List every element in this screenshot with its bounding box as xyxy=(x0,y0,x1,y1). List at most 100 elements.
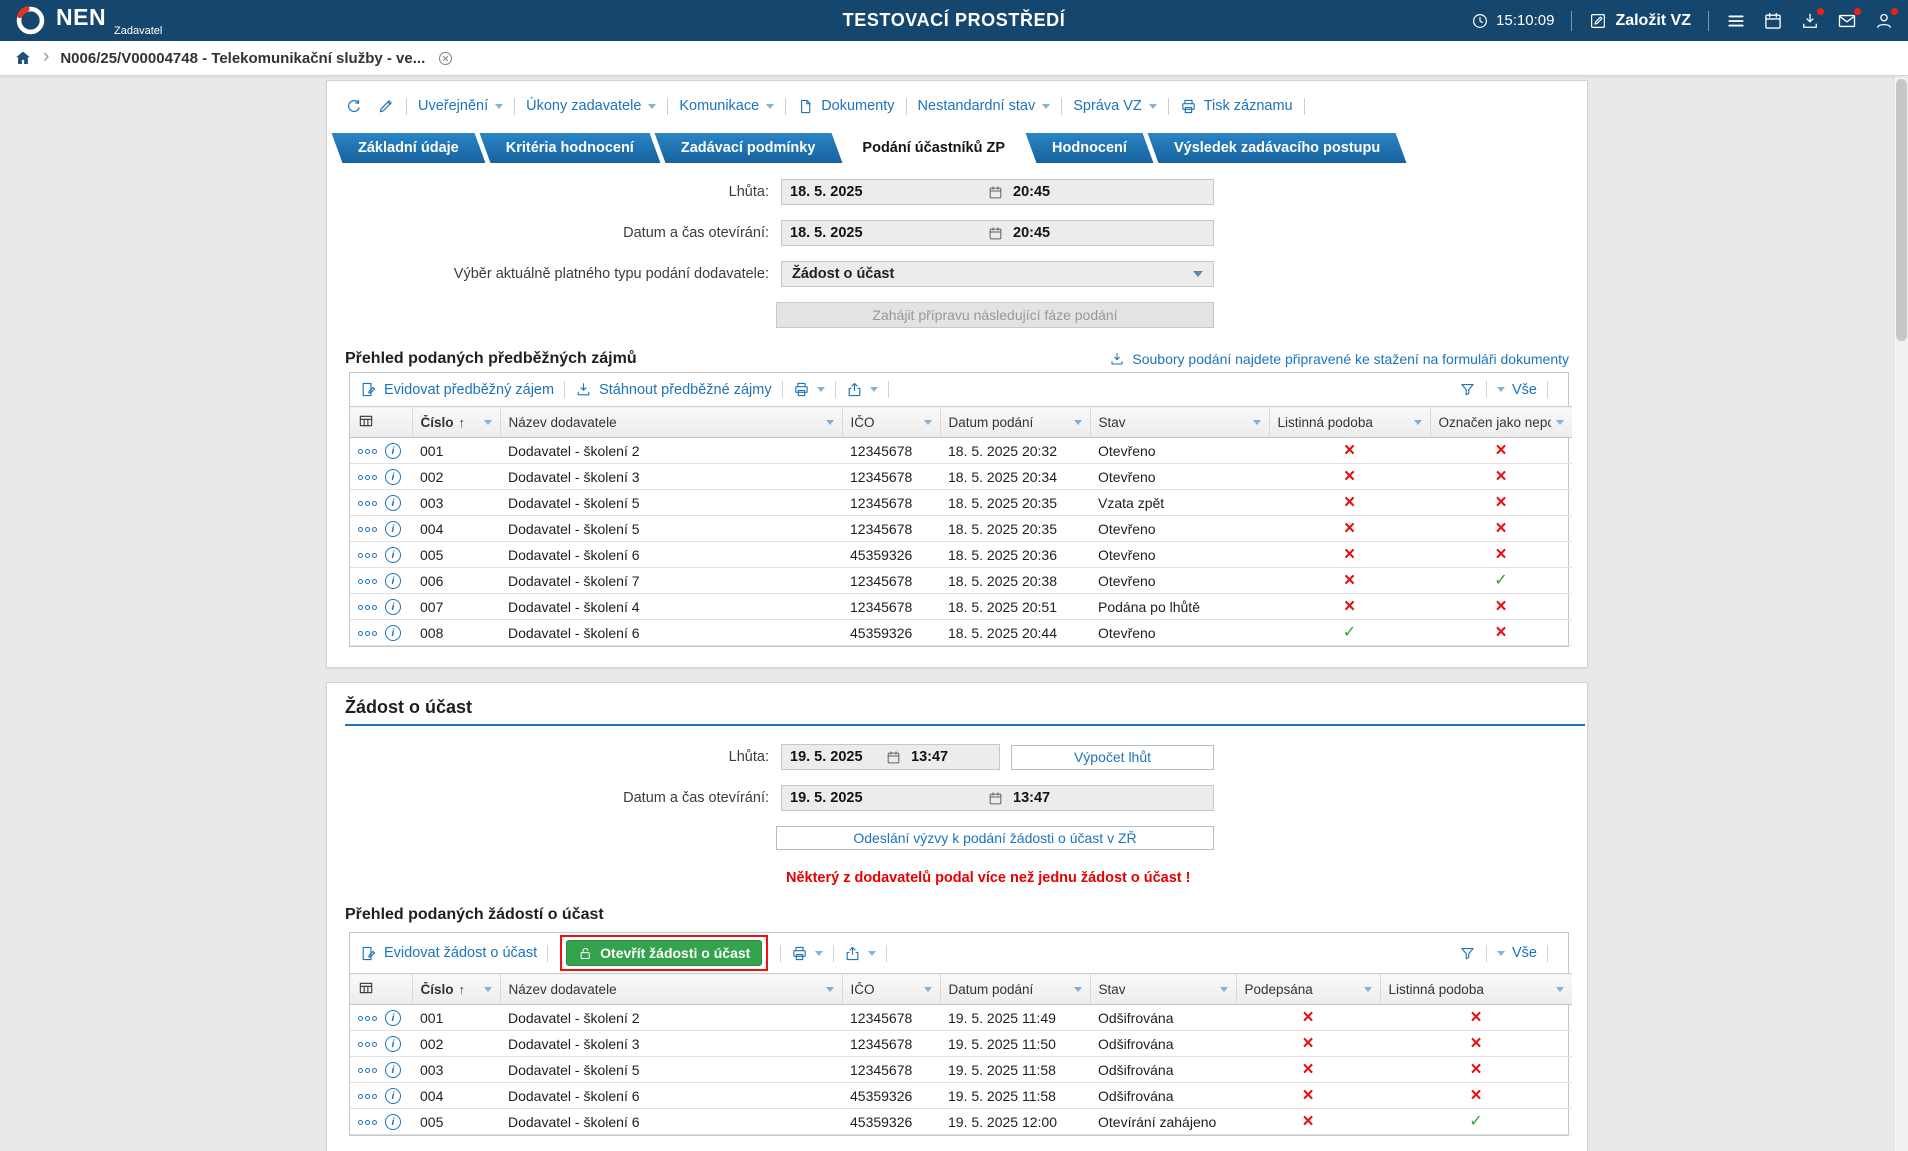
column-header-nazev[interactable]: Název dodavatele xyxy=(500,973,843,1005)
menu-dokumenty[interactable]: Dokumenty xyxy=(797,98,895,115)
view-select[interactable]: Vše xyxy=(1497,382,1537,398)
filter-caret-icon[interactable] xyxy=(1252,419,1261,425)
column-header-podepsana[interactable]: Podepsána xyxy=(1236,973,1381,1005)
menu-nestandardni-stav[interactable]: Nestandardní stav xyxy=(918,98,1051,114)
filter-caret-icon[interactable] xyxy=(1556,986,1564,992)
tab-hodnoceni[interactable]: Hodnocení xyxy=(1031,133,1148,163)
row-info-icon[interactable]: i xyxy=(385,1088,401,1105)
filter-caret-icon[interactable] xyxy=(483,986,492,992)
row-info-icon[interactable]: i xyxy=(385,547,401,564)
row-menu-icon[interactable] xyxy=(358,1119,377,1125)
column-header-ico[interactable]: IČO xyxy=(842,406,941,438)
menu-ukony-zadavatele[interactable]: Úkony zadavatele xyxy=(526,98,657,114)
row-menu-icon[interactable] xyxy=(358,448,377,454)
table-row[interactable]: i 005 Dodavatel - školení 6 45359326 18. 5. … xyxy=(350,541,1572,568)
table-row[interactable]: i 003 Dodavatel - školení 5 12345678 19. 5. … xyxy=(350,1056,1572,1083)
row-menu-icon[interactable] xyxy=(358,630,377,636)
view-select[interactable]: Vše xyxy=(1497,945,1537,961)
print-table-button[interactable] xyxy=(793,381,825,398)
filter-caret-icon[interactable] xyxy=(923,419,932,425)
filter-caret-icon[interactable] xyxy=(1363,986,1372,992)
filter-caret-icon[interactable] xyxy=(923,986,932,992)
menu-uverejneni[interactable]: Uveřejnění xyxy=(418,98,504,114)
row-menu-icon[interactable] xyxy=(358,552,377,558)
row-info-icon[interactable]: i xyxy=(385,1062,401,1079)
row-info-icon[interactable]: i xyxy=(385,1036,401,1053)
column-header-ico[interactable]: IČO xyxy=(842,973,941,1005)
table-row[interactable]: i 004 Dodavatel - školení 6 45359326 19. 5. … xyxy=(350,1082,1572,1109)
row-info-icon[interactable]: i xyxy=(385,469,401,486)
filter-caret-icon[interactable] xyxy=(1073,986,1082,992)
export-table-button[interactable] xyxy=(846,381,878,398)
evidovat-zajem-button[interactable]: Evidovat předběžný zájem xyxy=(360,381,554,398)
lhuta-datetime-field[interactable]: 19. 5. 2025 13:47 xyxy=(781,744,1000,770)
stahnout-zajmy-button[interactable]: Stáhnout předběžné zájmy xyxy=(575,381,772,398)
tab-zakladni-udaje[interactable]: Základní údaje xyxy=(337,133,480,163)
scrollbar-thumb[interactable] xyxy=(1896,79,1907,341)
tab-kriteria-hodnoceni[interactable]: Kritéria hodnocení xyxy=(485,133,655,163)
vypocet-lhut-button[interactable]: Výpočet lhůt xyxy=(1011,744,1214,770)
zahajit-faze-button[interactable]: Zahájit přípravu následující fáze podání xyxy=(776,302,1214,328)
table-row[interactable]: i 006 Dodavatel - školení 7 12345678 18. 5. … xyxy=(350,567,1572,594)
edit-record-button[interactable] xyxy=(377,97,395,115)
filter-caret-icon[interactable] xyxy=(483,419,492,425)
print-record-button[interactable]: Tisk záznamu xyxy=(1180,98,1293,115)
filter-caret-icon[interactable] xyxy=(1073,419,1082,425)
filter-caret-icon[interactable] xyxy=(1219,986,1228,992)
menu-sprava-vz[interactable]: Správa VZ xyxy=(1073,98,1157,114)
row-info-icon[interactable]: i xyxy=(385,521,401,538)
row-menu-icon[interactable] xyxy=(358,1093,377,1099)
column-header-datum[interactable]: Datum podání xyxy=(940,973,1091,1005)
files-download-link[interactable]: Soubory podání najdete připravené ke sta… xyxy=(1109,351,1569,367)
calendar-icon[interactable] xyxy=(886,750,901,765)
table-row[interactable]: i 003 Dodavatel - školení 5 12345678 18. 5. … xyxy=(350,489,1572,516)
filter-caret-icon[interactable] xyxy=(825,986,834,992)
filter-caret-icon[interactable] xyxy=(825,419,834,425)
odeslani-vyzvy-button[interactable]: Odeslání výzvy k podání žádosti o účast … xyxy=(776,826,1214,850)
row-menu-icon[interactable] xyxy=(358,1041,377,1047)
create-vz-button[interactable]: Založit VZ xyxy=(1589,12,1691,30)
otevirani-datetime-field[interactable]: 18. 5. 2025 20:45 xyxy=(781,220,1214,246)
column-header-datum[interactable]: Datum podání xyxy=(940,406,1091,438)
table-row[interactable]: i 008 Dodavatel - školení 6 45359326 18. 5. … xyxy=(350,619,1572,646)
column-header-nepodany[interactable]: Označen jako nepodaný xyxy=(1430,406,1572,438)
table-row[interactable]: i 007 Dodavatel - školení 4 12345678 18. 5. … xyxy=(350,593,1572,620)
vertical-scrollbar[interactable] xyxy=(1893,76,1908,1151)
row-menu-icon[interactable] xyxy=(358,1015,377,1021)
row-menu-icon[interactable] xyxy=(358,474,377,480)
tab-podani-ucastniku[interactable]: Podání účastníků ZP xyxy=(841,133,1026,163)
calendar-icon[interactable] xyxy=(988,226,1003,241)
breadcrumb-item[interactable]: N006/25/V00004748 - Telekomunikační služ… xyxy=(60,50,425,67)
otevirani-datetime-field[interactable]: 19. 5. 2025 13:47 xyxy=(781,785,1214,811)
tab-vysledek[interactable]: Výsledek zadávacího postupu xyxy=(1153,133,1401,163)
filter-button[interactable] xyxy=(1459,945,1476,962)
profile-button[interactable] xyxy=(1874,6,1899,31)
row-info-icon[interactable]: i xyxy=(385,1114,401,1131)
print-table-button[interactable] xyxy=(791,945,824,962)
table-row[interactable]: i 002 Dodavatel - školení 3 12345678 19. 5. … xyxy=(350,1030,1572,1057)
calendar-icon[interactable] xyxy=(988,791,1003,806)
filter-button[interactable] xyxy=(1459,381,1476,398)
column-header-stav[interactable]: Stav xyxy=(1090,973,1237,1005)
nen-logo[interactable]: NEN Zadavatel xyxy=(14,3,196,38)
column-chooser-button[interactable] xyxy=(350,406,413,438)
table-row[interactable]: i 004 Dodavatel - školení 5 12345678 18. 5. … xyxy=(350,515,1572,542)
row-info-icon[interactable]: i xyxy=(385,625,401,642)
row-info-icon[interactable]: i xyxy=(385,599,401,616)
row-menu-icon[interactable] xyxy=(358,500,377,506)
tab-zadavaci-podminky[interactable]: Zadávací podmínky xyxy=(660,133,837,163)
calendar-button[interactable] xyxy=(1763,11,1783,31)
table-row[interactable]: i 002 Dodavatel - školení 3 12345678 18. 5. … xyxy=(350,463,1572,490)
column-header-listinna[interactable]: Listinná podoba xyxy=(1380,973,1572,1005)
close-tab-icon[interactable] xyxy=(437,50,454,67)
otevrit-zadosti-button[interactable]: Otevřít žádosti o účast xyxy=(566,940,763,966)
table-row[interactable]: i 001 Dodavatel - školení 2 12345678 19. 5. … xyxy=(350,1004,1572,1031)
messages-button[interactable] xyxy=(1837,6,1862,31)
column-header-listinna[interactable]: Listinná podoba xyxy=(1269,406,1431,438)
column-header-cislo[interactable]: Číslo ↑ xyxy=(412,973,501,1005)
downloads-button[interactable] xyxy=(1800,6,1825,31)
table-row[interactable]: i 005 Dodavatel - školení 6 45359326 19. 5. … xyxy=(350,1108,1572,1135)
evidovat-zadost-button[interactable]: Evidovat žádost o účast xyxy=(360,945,537,962)
row-info-icon[interactable]: i xyxy=(385,443,401,460)
table-row[interactable]: i 001 Dodavatel - školení 2 12345678 18. 5. … xyxy=(350,437,1572,464)
